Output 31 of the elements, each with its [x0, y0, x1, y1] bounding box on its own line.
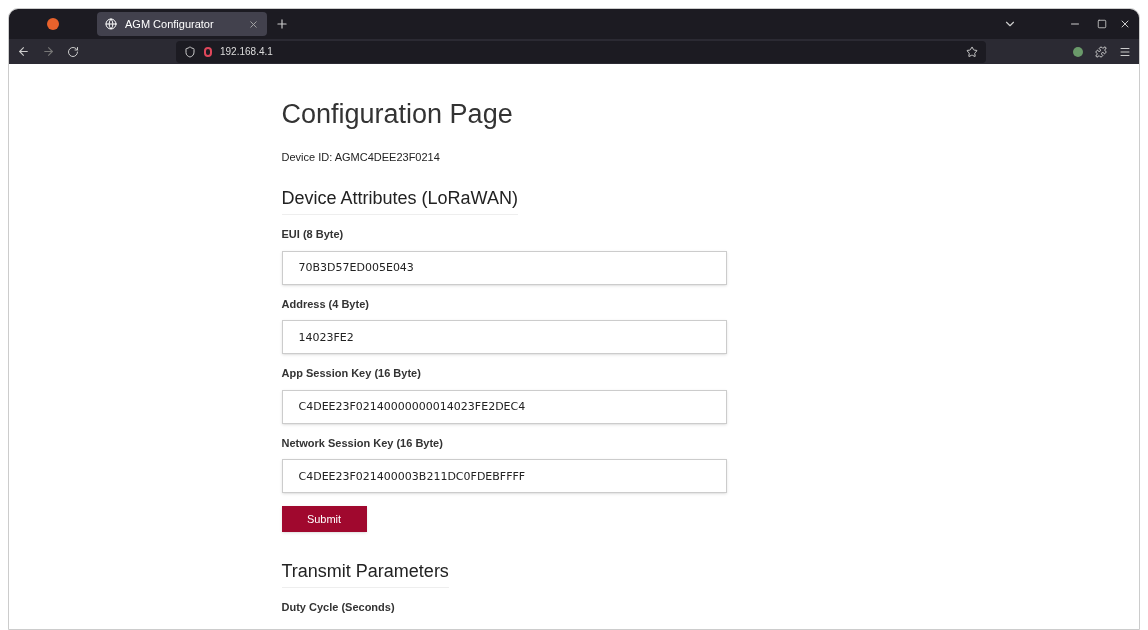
submit-button[interactable]: Submit — [281, 506, 367, 533]
input-field[interactable]: 14023FE2 — [281, 320, 727, 355]
extension-icon[interactable] — [1073, 46, 1083, 57]
shield-icon — [184, 45, 196, 58]
input-field[interactable]: C4DEE23F02140000000014023FE2DEC4 — [281, 389, 727, 424]
field-label: Network Session Key (16 Byte) — [281, 435, 444, 451]
bookmark-star-icon[interactable] — [966, 45, 978, 58]
field-label: EUI (8 Byte) — [281, 227, 345, 243]
section-heading: Transmit Parameters — [281, 558, 449, 589]
new-tab-icon[interactable] — [275, 17, 289, 31]
address-bar[interactable]: 192.168.4.1 — [176, 40, 986, 63]
browser-tab[interactable]: AGM Configurator — [97, 12, 267, 36]
field-label: Duty Cycle (Seconds) — [281, 600, 396, 616]
forward-icon[interactable] — [42, 45, 55, 58]
maximize-icon[interactable] — [1097, 19, 1107, 29]
section-heading: Device Attributes (LoRaWAN) — [281, 185, 518, 216]
menu-icon[interactable] — [1119, 45, 1131, 58]
puzzle-icon[interactable] — [1095, 45, 1107, 58]
globe-icon — [105, 18, 117, 30]
back-icon[interactable] — [17, 45, 30, 58]
page-title: Configuration Page — [281, 98, 514, 131]
close-window-icon[interactable] — [1119, 18, 1131, 30]
close-tab-icon[interactable] — [248, 18, 259, 30]
input-field[interactable]: C4DEE23F021400003B211DC0FDEBFFFF — [281, 459, 727, 494]
url-text: 192.168.4.1 — [220, 45, 273, 59]
field-label: App Session Key (16 Byte) — [281, 366, 422, 382]
reload-icon[interactable] — [67, 45, 79, 58]
browser-logo-icon[interactable] — [47, 18, 59, 30]
device-id-text: Device ID: AGMC4DEE23F0214 — [281, 149, 441, 165]
input-field[interactable]: 70B3D57ED005E043 — [281, 250, 727, 285]
field-label: Address (4 Byte) — [281, 296, 370, 312]
